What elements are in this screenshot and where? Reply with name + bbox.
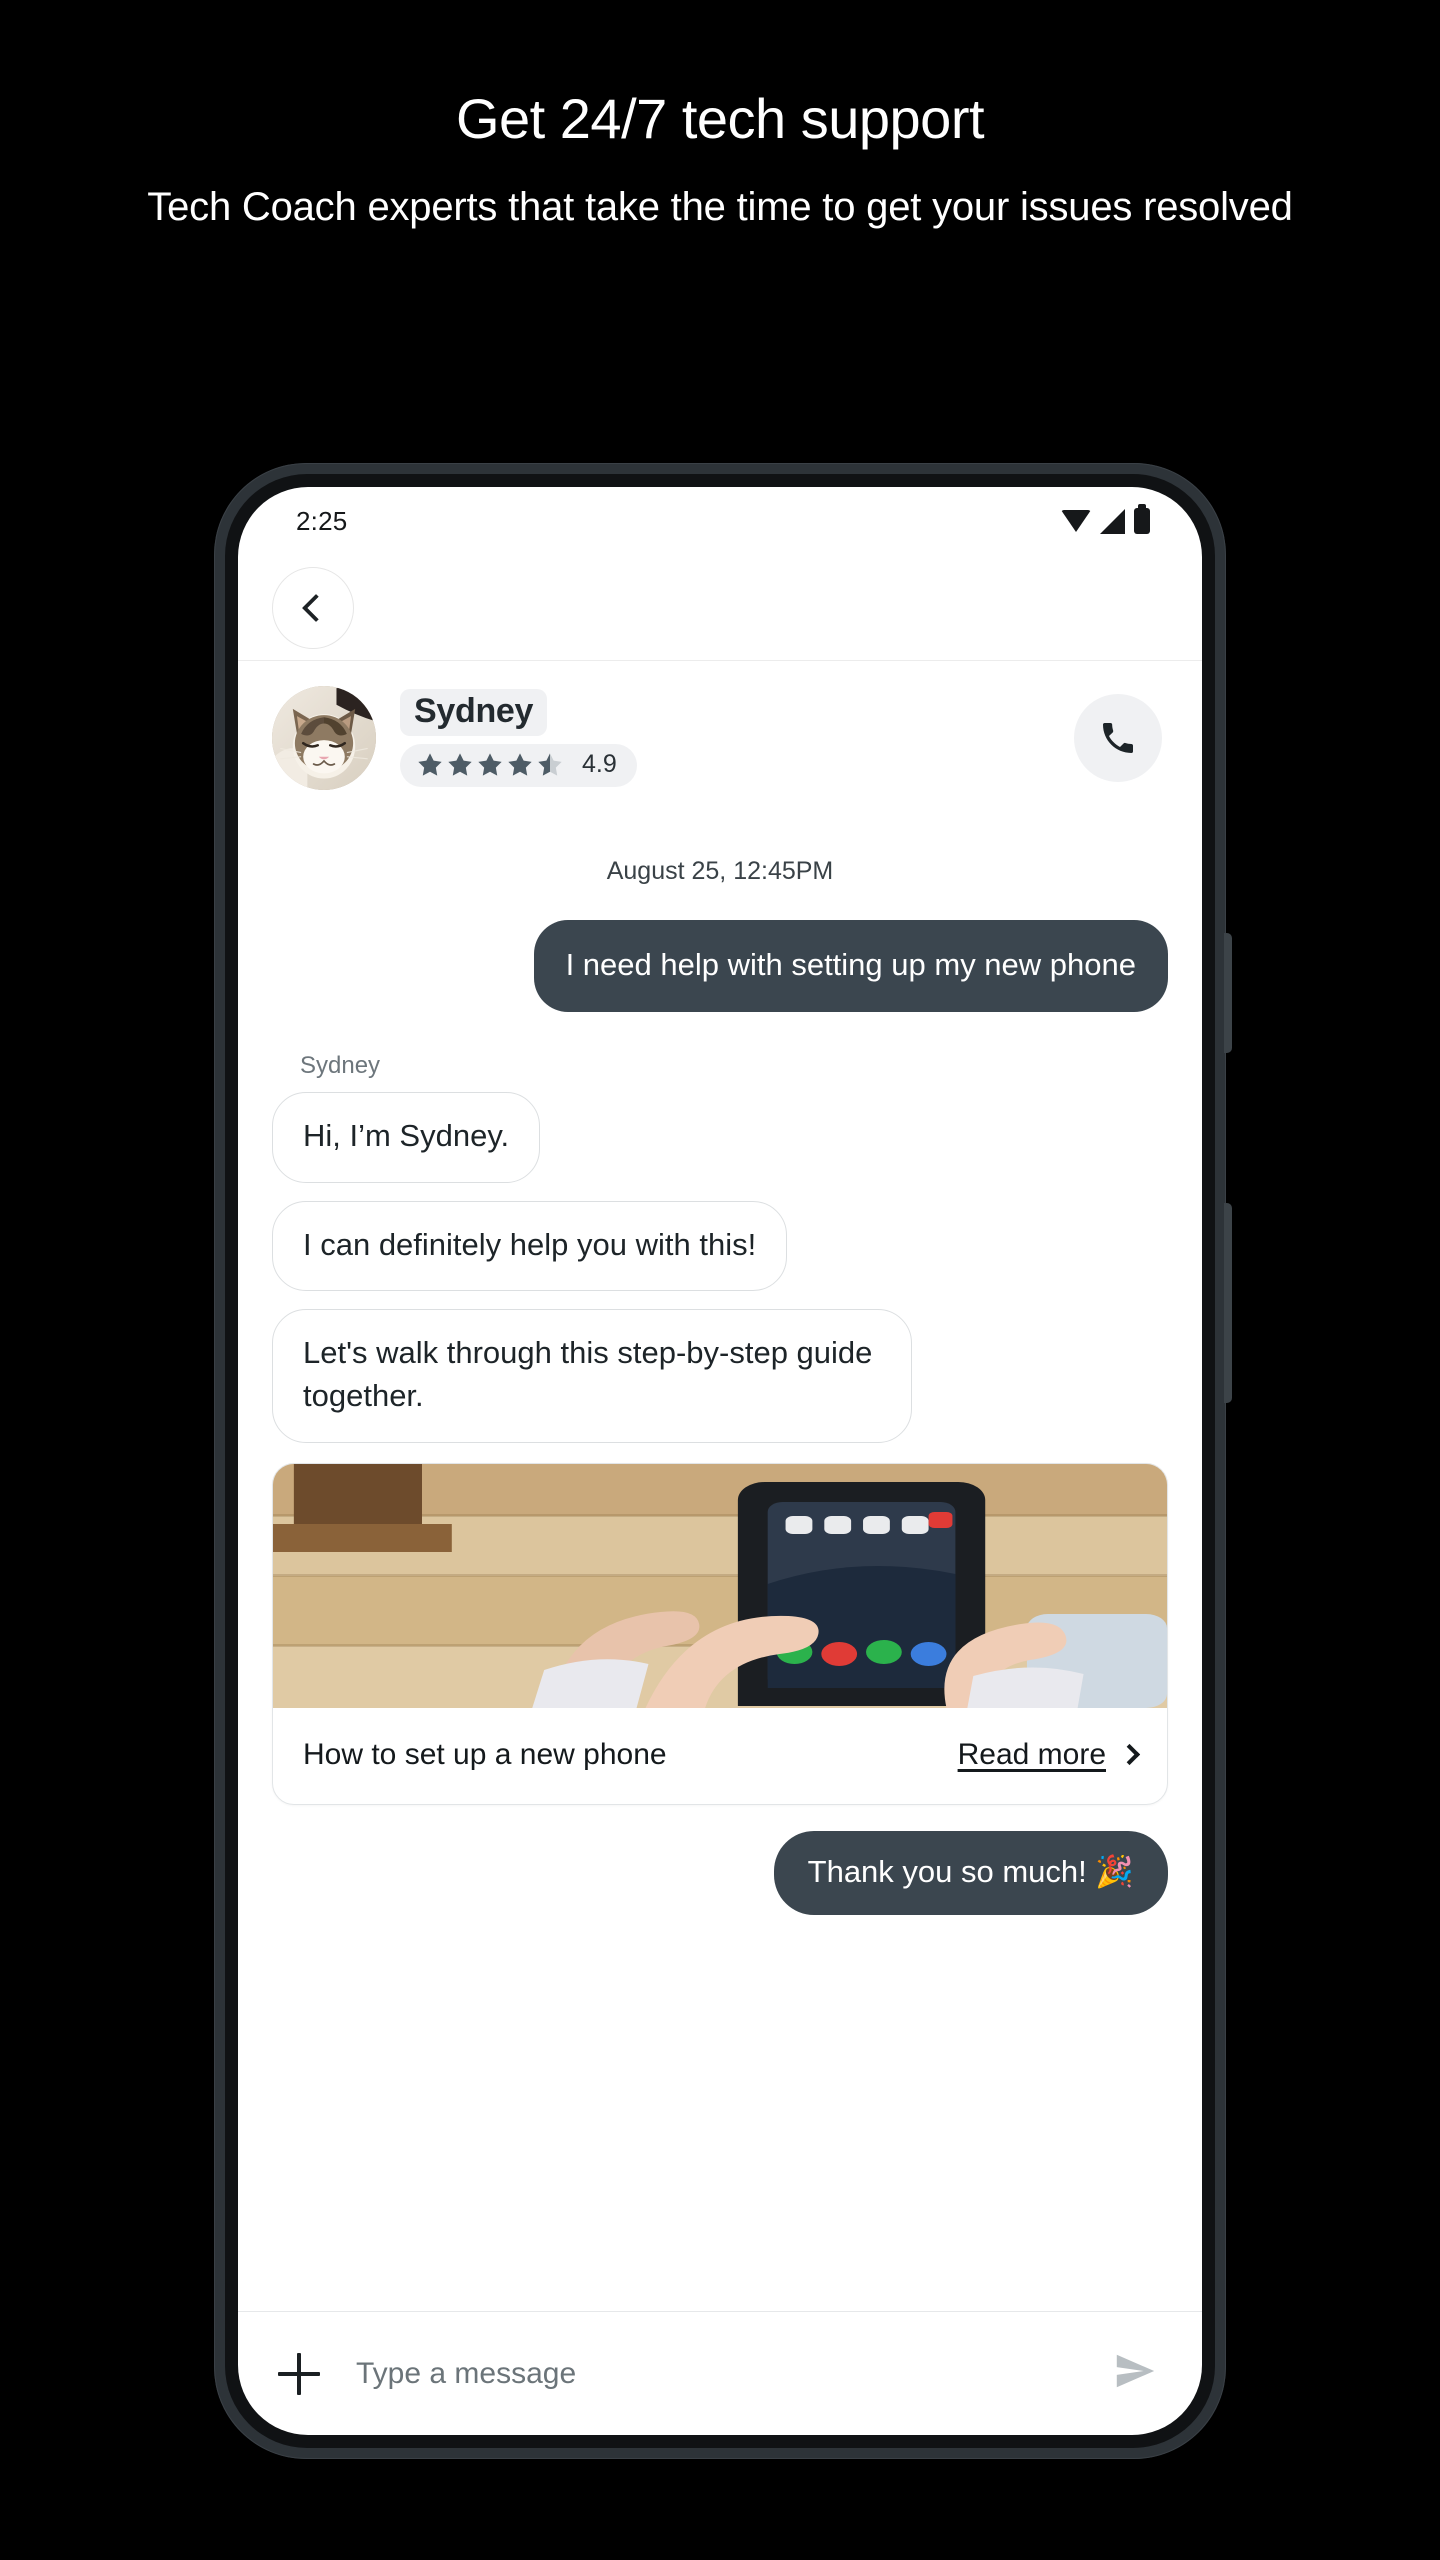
message-thread[interactable]: August 25, 12:45PM I need help with sett… — [238, 815, 1202, 2311]
send-icon — [1116, 2354, 1155, 2388]
message-bubble-incoming[interactable]: Let's walk through this step-by-step gui… — [272, 1309, 912, 1443]
phone-icon — [1103, 723, 1133, 753]
status-bar: 2:25 — [238, 487, 1202, 555]
wifi-icon — [1061, 510, 1091, 532]
message-composer — [238, 2311, 1202, 2435]
star-icon-filled — [478, 752, 502, 776]
article-title: How to set up a new phone — [303, 1737, 667, 1771]
call-button[interactable] — [1074, 694, 1162, 782]
rating-stars — [416, 751, 564, 779]
status-time: 2:25 — [296, 505, 348, 536]
plus-icon[interactable] — [278, 2352, 320, 2395]
star-icon-half — [538, 752, 562, 776]
message-row-incoming: I can definitely help you with this! — [272, 1200, 1168, 1292]
article-read-more[interactable]: Read more — [958, 1738, 1141, 1772]
star-icon-filled — [448, 752, 472, 776]
status-icons — [1061, 504, 1150, 534]
message-input[interactable] — [356, 2356, 1076, 2391]
message-bubble-outgoing[interactable]: I need help with setting up my new phone — [533, 920, 1168, 1012]
article-card-body: How to set up a new phone Read more — [273, 1708, 1167, 1804]
volume-button[interactable] — [1224, 933, 1232, 1053]
message-bubble-incoming[interactable]: I can definitely help you with this! — [272, 1200, 788, 1292]
battery-icon — [1134, 504, 1150, 534]
star-icon-filled — [508, 752, 532, 776]
nav-bar — [238, 555, 1202, 661]
message-bubble-incoming[interactable]: Hi, I’m Sydney. — [272, 1091, 541, 1183]
screenshot-root: Get 24/7 tech support Tech Coach experts… — [0, 0, 1440, 2560]
message-row-incoming: Hi, I’m Sydney. — [272, 1091, 1168, 1183]
send-button[interactable] — [1112, 2348, 1158, 2399]
star-icon-filled — [418, 752, 442, 776]
page-subtitle: Tech Coach experts that take the time to… — [147, 184, 1293, 229]
avatar[interactable] — [272, 686, 376, 790]
article-image — [273, 1463, 1167, 1708]
status-badge: 4.9 — [400, 744, 637, 787]
message-row-outgoing: I need help with setting up my new phone — [272, 920, 1168, 1012]
power-button[interactable] — [1224, 1203, 1232, 1403]
page-title: Get 24/7 tech support — [455, 87, 985, 150]
sender-label: Sydney — [300, 1051, 381, 1079]
article-card[interactable]: How to set up a new phone Read more — [272, 1462, 1168, 1805]
promo-header: Get 24/7 tech support Tech Coach experts… — [0, 0, 1440, 233]
chevron-right-icon — [1118, 1744, 1141, 1766]
message-bubble-outgoing[interactable]: Thank you so much! 🎉 — [773, 1830, 1168, 1915]
read-more-link[interactable]: Read more — [958, 1738, 1106, 1772]
chevron-left-icon — [301, 593, 331, 622]
cellular-signal-icon — [1100, 508, 1125, 534]
rating-value: 4.9 — [582, 750, 617, 778]
back-button[interactable] — [272, 566, 354, 649]
agent-meta: Sydney 4.9 — [400, 689, 637, 787]
agent-name: Sydney — [400, 689, 548, 736]
message-row-incoming: Let's walk through this step-by-step gui… — [272, 1309, 1168, 1443]
agent-header: Sydney 4.9 — [238, 661, 1202, 815]
phone-mockup: 2:25 Sydney 4.9 August 25, 12:45PM I nee… — [214, 463, 1232, 2459]
date-separator: August 25, 12:45PM — [606, 857, 834, 885]
message-row-outgoing: Thank you so much! 🎉 — [272, 1830, 1168, 1915]
phone-screen: 2:25 Sydney 4.9 August 25, 12:45PM I nee… — [238, 487, 1202, 2435]
